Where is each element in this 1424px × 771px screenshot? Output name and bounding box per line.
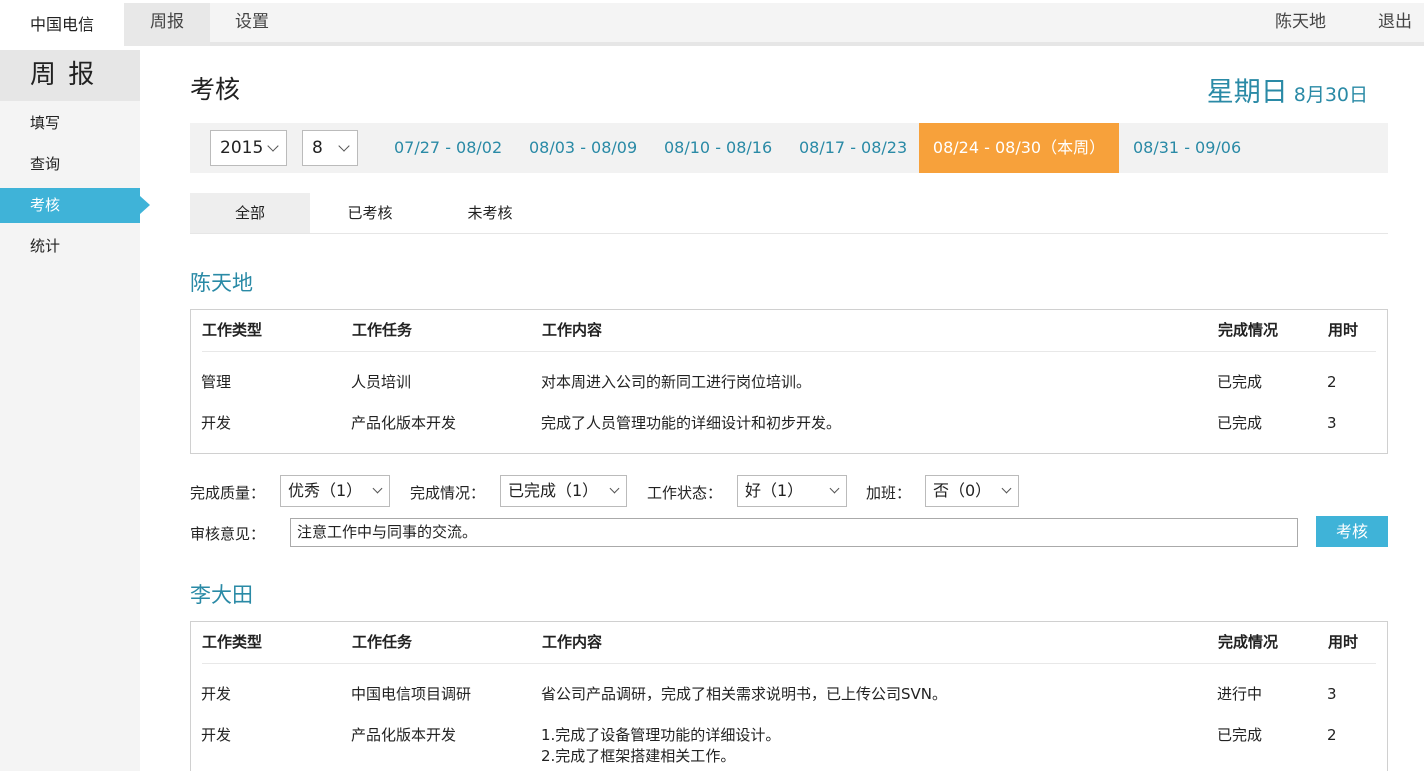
cell-task: 产品化版本开发 [351,726,457,744]
week-link-current[interactable]: 08/24 - 08/30（本周） [919,123,1119,173]
week-selector-bar: 2015 8 07/27 - 08/02 08/03 - 08/09 08/10… [190,123,1388,173]
week-link[interactable]: 08/03 - 08/09 [529,123,637,173]
cell-type: 开发 [201,685,232,703]
sidebar-item-review[interactable]: 考核 [0,188,150,223]
review-comment-input[interactable]: 注意工作中与同事的交流。 [290,518,1298,547]
header-hours: 用时 [1328,633,1359,651]
week-link[interactable]: 07/27 - 08/02 [394,123,502,173]
page-title: 考核 [190,75,241,104]
filter-tabs: 全部 已考核 未考核 [190,193,1388,234]
chevron-down-icon [829,483,840,494]
weekday-label: 星期日 [1206,77,1288,108]
work-table: 工作类型 工作任务 工作内容 完成情况 用时 管理 人员培训 对本周进入公司的新… [190,309,1388,454]
header-hours: 用时 [1328,321,1359,339]
person-name: 陈天地 [190,271,253,295]
cell-task: 产品化版本开发 [351,414,457,432]
header-content: 工作内容 [542,633,603,651]
header-status: 完成情况 [1218,321,1279,339]
current-date: 星期日 8月30日 [1207,70,1368,109]
completion-label: 完成情况： [410,484,486,502]
cell-hours: 3 [1327,685,1337,703]
cell-content: 1.完成了设备管理功能的详细设计。 [541,726,781,744]
year-select[interactable]: 2015 [210,130,287,166]
header-type: 工作类型 [202,321,263,339]
sidebar-item-stats[interactable]: 统计 [0,229,140,264]
logout-link[interactable]: 退出 [1378,3,1412,46]
chevron-down-icon [338,140,350,152]
cell-hours: 2 [1327,373,1337,391]
chevron-down-icon [372,483,383,494]
cell-type: 管理 [201,373,232,391]
cell-status: 已完成 [1217,414,1263,432]
year-value: 2015 [220,138,264,158]
table-row: 开发 产品化版本开发 完成了人员管理功能的详细设计和初步开发。 已完成 3 [191,403,1387,444]
week-link[interactable]: 08/10 - 08/16 [664,123,772,173]
user-name-link[interactable]: 陈天地 [1275,3,1326,46]
work-state-label: 工作状态： [647,484,723,502]
cell-type: 开发 [201,414,232,432]
table-header-row: 工作类型 工作任务 工作内容 完成情况 用时 [202,622,1376,664]
header-task: 工作任务 [352,633,413,651]
sidebar: 周 报 填写 查询 考核 统计 [0,50,150,771]
cell-content-line2: 2.完成了框架搭建相关工作。 [541,747,736,765]
table-row: 开发 产品化版本开发 1.完成了设备管理功能的详细设计。 2.完成了框架搭建相关… [191,715,1387,765]
cell-task: 中国电信项目调研 [351,685,472,703]
cell-status: 进行中 [1217,685,1263,703]
cell-status: 已完成 [1217,373,1263,391]
review-submit-button[interactable]: 考核 [1316,516,1388,547]
nav-weekly-report[interactable]: 周报 [124,3,210,46]
cell-task: 人员培训 [351,373,412,391]
week-link[interactable]: 08/31 - 09/06 [1133,123,1241,173]
date-label: 8月30日 [1293,84,1368,106]
chevron-down-icon [1001,483,1012,494]
sidebar-item-fill[interactable]: 填写 [0,106,140,141]
tab-unreviewed[interactable]: 未考核 [430,193,550,233]
overtime-value: 否（0） [933,481,992,500]
completion-select[interactable]: 已完成（1） [500,475,627,507]
tab-reviewed[interactable]: 已考核 [310,193,430,233]
header-type: 工作类型 [202,633,263,651]
work-state-select[interactable]: 好（1） [737,475,847,507]
sidebar-item-query[interactable]: 查询 [0,147,140,182]
quality-value: 优秀（1） [288,481,363,500]
cell-status: 已完成 [1217,726,1263,744]
overtime-label: 加班： [866,484,912,502]
cell-hours: 2 [1327,726,1337,744]
cell-content: 省公司产品调研，完成了相关需求说明书，已上传公司SVN。 [541,685,948,703]
week-link[interactable]: 08/17 - 08/23 [799,123,907,173]
person-name: 李大田 [190,583,253,607]
quality-label: 完成质量： [190,484,266,502]
header-task: 工作任务 [352,321,413,339]
table-header-row: 工作类型 工作任务 工作内容 完成情况 用时 [202,310,1376,352]
cell-content: 对本周进入公司的新同工进行岗位培训。 [541,373,812,391]
comment-label: 审核意见： [190,525,266,543]
table-row: 开发 中国电信项目调研 省公司产品调研，完成了相关需求说明书，已上传公司SVN。… [191,674,1387,715]
chevron-down-icon [267,140,279,152]
work-state-value: 好（1） [745,481,804,500]
quality-select[interactable]: 优秀（1） [280,475,390,507]
tab-all[interactable]: 全部 [190,193,310,233]
brand-logo: 中国电信 [0,3,124,46]
work-table: 工作类型 工作任务 工作内容 完成情况 用时 开发 中国电信项目调研 省公司产品… [190,621,1388,771]
month-value: 8 [312,138,323,158]
cell-hours: 3 [1327,414,1337,432]
header-status: 完成情况 [1218,633,1279,651]
month-select[interactable]: 8 [302,130,358,166]
completion-value: 已完成（1） [508,481,599,500]
sidebar-title: 周 报 [0,50,140,101]
nav-settings[interactable]: 设置 [235,3,269,46]
cell-type: 开发 [201,726,232,744]
overtime-select[interactable]: 否（0） [925,475,1019,507]
cell-content: 完成了人员管理功能的详细设计和初步开发。 [541,414,842,432]
header-content: 工作内容 [542,321,603,339]
table-row: 管理 人员培训 对本周进入公司的新同工进行岗位培训。 已完成 2 [191,362,1387,403]
chevron-down-icon [609,483,620,494]
top-navbar: 中国电信 周报 设置 陈天地 退出 [0,0,1424,46]
